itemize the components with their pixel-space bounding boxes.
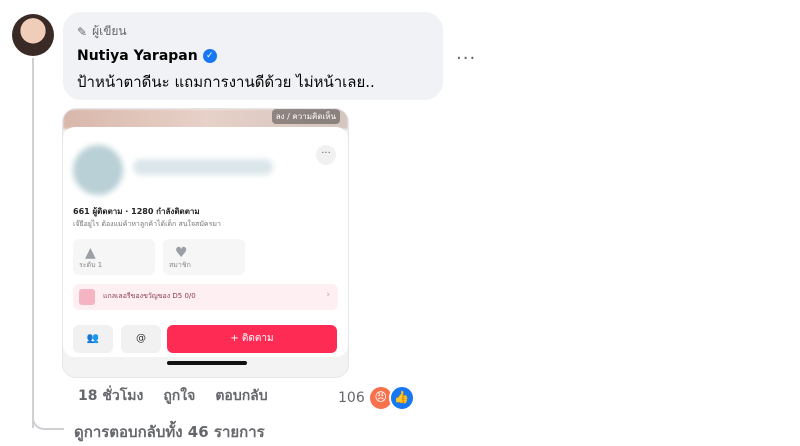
author-badge-label: ผู้เขียน: [92, 24, 127, 38]
gift-icon: [79, 289, 95, 305]
author-name-row: Nutiya Yarapan ✓: [77, 48, 429, 64]
verified-check-icon: ✓: [202, 49, 217, 63]
pen-icon: ✎: [77, 24, 88, 39]
author-name[interactable]: Nutiya Yarapan: [77, 48, 198, 64]
member-label: สมาชิก: [169, 261, 191, 269]
gift-gallery: แกลเลอรีของขวัญของ D5 0/0 ›: [73, 284, 338, 310]
blurred-avatar: [73, 145, 123, 195]
profile-card: ··· 661 ผู้ติดตาม · 1280 กำลังติดตาม เจ๊…: [63, 127, 348, 357]
attached-screenshot[interactable]: ลง / ความคิดเห็น ··· 661 ผู้ติดตาม · 128…: [62, 108, 349, 378]
profile-stats: 661 ผู้ติดตาม · 1280 กำลังติดตาม: [73, 207, 200, 216]
blurred-name: [133, 159, 273, 175]
more-options-button[interactable]: ···: [456, 48, 476, 69]
thread-line: [32, 58, 34, 428]
comment-time[interactable]: 18 ชั่วโมง: [78, 385, 143, 407]
view-replies-link[interactable]: ดูการตอบกลับทั้ง 46 รายการ: [74, 420, 265, 444]
level-icon: ▲: [85, 245, 96, 261]
reaction-count: 106: [338, 390, 365, 406]
level-tile: ▲ ระดับ 1: [73, 239, 155, 275]
comment-text: ป้าหน้าตาดีนะ แถมการงานดีด้วย ไม่หน้าเลย…: [77, 73, 375, 91]
reply-button[interactable]: ตอบกลับ: [215, 385, 267, 407]
comment-actions: 18 ชั่วโมง ถูกใจ ตอบกลับ: [78, 385, 268, 407]
thread-curve: [32, 408, 64, 430]
card-more-icon: ···: [316, 145, 336, 165]
avatar[interactable]: [12, 14, 54, 56]
comment-bubble: ✎ ผู้เขียน Nutiya Yarapan ✓ ป้าหน้าตาดีน…: [63, 12, 443, 100]
level-label: ระดับ 1: [79, 261, 103, 269]
like-button[interactable]: ถูกใจ: [163, 385, 195, 407]
heart-icon: ♥: [175, 245, 188, 261]
home-indicator: [167, 361, 247, 365]
friends-button: 👥: [73, 325, 113, 353]
follow-button: + ติดตาม: [167, 325, 337, 353]
author-badge: ✎ ผู้เขียน: [77, 22, 429, 41]
screenshot-top-label: ลง / ความคิดเห็น: [271, 109, 340, 124]
reaction-summary[interactable]: 106 😠 👍: [338, 385, 415, 411]
gift-label: แกลเลอรีของขวัญของ D5 0/0: [103, 292, 196, 300]
member-tile: ♥ สมาชิก: [163, 239, 245, 275]
profile-bio: เจ๊ยีอยู่ไร ต้องแม่ค้าหาลูกค้าได้เด็ก สน…: [73, 220, 221, 228]
chevron-right-icon: ›: [326, 290, 330, 300]
mention-button: @: [121, 325, 161, 353]
like-reaction-icon: 👍: [388, 385, 415, 411]
